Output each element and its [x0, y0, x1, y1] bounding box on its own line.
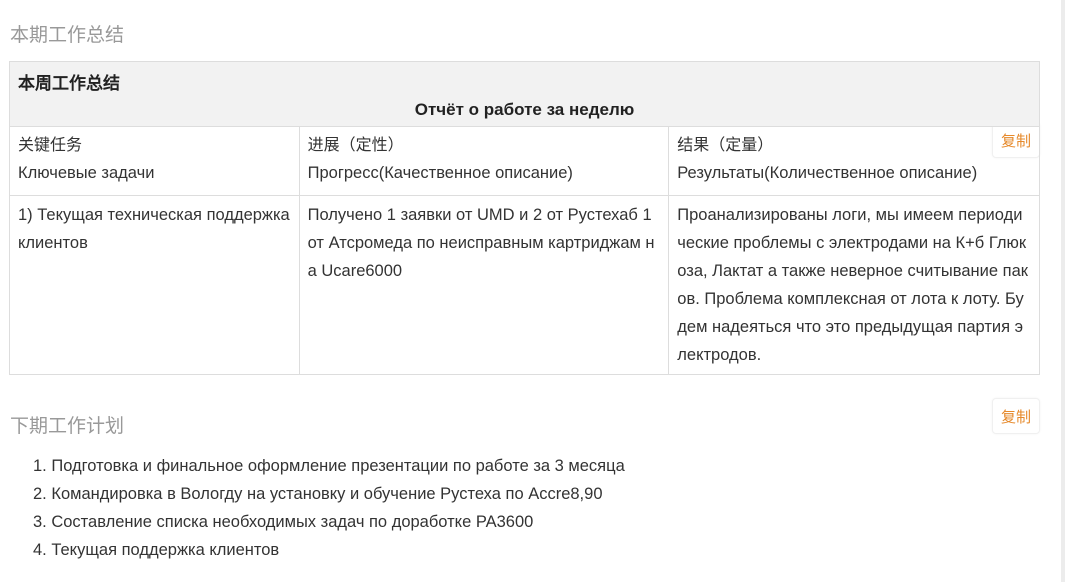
column-header-ru: Прогресс(Качественное описание) — [307, 164, 573, 182]
list-item: 1. Подготовка и финальное оформление пре… — [33, 457, 625, 475]
table-title-ru: Отчёт о работе за неделю — [414, 100, 635, 119]
weekly-report-table: 本周工作总结 Отчёт о работе за неделю 关键任务 Клю… — [9, 61, 1040, 375]
cell-task: 1) Текущая техническая поддержка клиенто… — [9, 195, 300, 375]
column-header-cn: 结果（定量） — [677, 135, 774, 154]
column-header-cn: 关键任务 — [18, 135, 83, 154]
plan-copy-button[interactable]: 复制 — [992, 398, 1040, 434]
column-header-results: 结果（定量） Результаты(Количественное описани… — [668, 126, 1040, 196]
plan-list: 1. Подготовка и финальное оформление пре… — [33, 452, 625, 564]
summary-section-title: 本期工作总结 — [10, 24, 125, 46]
scrollbar-track[interactable] — [1061, 0, 1065, 582]
table-title-cn: 本周工作总结 — [18, 74, 120, 94]
list-item: 2. Командировка в Вологду на установку и… — [33, 485, 603, 503]
cell-result: Проанализированы логи, мы имеем периодич… — [668, 195, 1040, 375]
column-header-ru: Ключевые задачи — [18, 164, 155, 182]
table-row: 1) Текущая техническая поддержка клиенто… — [9, 195, 1040, 375]
table-title-cell: 本周工作总结 Отчёт о работе за неделю — [9, 61, 1040, 127]
cell-progress: Получено 1 заявки от UMD и 2 от Рустехаб… — [298, 195, 670, 375]
list-item: 4. Текущая поддержка клиентов — [33, 541, 280, 559]
column-header-key-tasks: 关键任务 Ключевые задачи — [9, 126, 300, 196]
table-header-row: 关键任务 Ключевые задачи 进展（定性） Прогресс(Кач… — [9, 126, 1040, 196]
list-item: 3. Составление списка необходимых задач … — [33, 513, 534, 531]
table-title-row: 本周工作总结 Отчёт о работе за неделю — [9, 61, 1040, 127]
column-header-progress: 进展（定性） Прогресс(Качественное описание) — [298, 126, 670, 196]
plan-section-title: 下期工作计划 — [10, 415, 125, 437]
column-header-ru: Результаты(Количественное описание) — [677, 164, 978, 182]
column-header-cn: 进展（定性） — [307, 135, 404, 154]
